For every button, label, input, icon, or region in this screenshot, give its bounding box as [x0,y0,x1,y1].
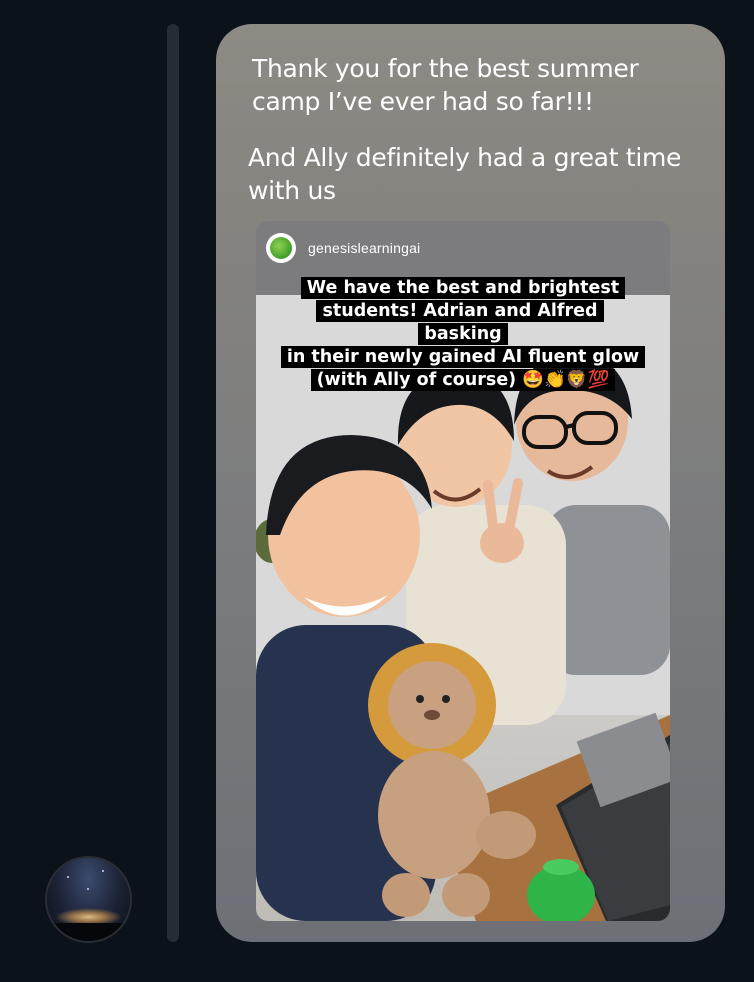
sender-avatar[interactable] [47,858,130,941]
story-username[interactable]: genesislearningai [308,240,420,256]
caption-line-1: We have the best and brightest [300,277,626,299]
story-caption: We have the best and brightest students!… [278,277,648,392]
caption-line-4: (with Ally of course) 🤩👏🦁💯 [310,369,616,391]
message-bubble[interactable]: Thank you for the best summer camp I’ve … [216,24,725,942]
story-avatar-icon[interactable] [266,233,296,263]
story-header: genesislearningai [256,221,670,275]
caption-line-3: in their newly gained AI fluent glow [280,346,646,368]
caption-line-2: students! Adrian and Alfred basking [316,300,604,345]
shared-story-card[interactable]: genesislearningai We have the best and b… [256,221,670,921]
thread-line [167,24,179,942]
message-text-line1: Thank you for the best summer camp I’ve … [252,54,639,116]
message-text-line2: And Ally definitely had a great time wit… [248,143,682,205]
